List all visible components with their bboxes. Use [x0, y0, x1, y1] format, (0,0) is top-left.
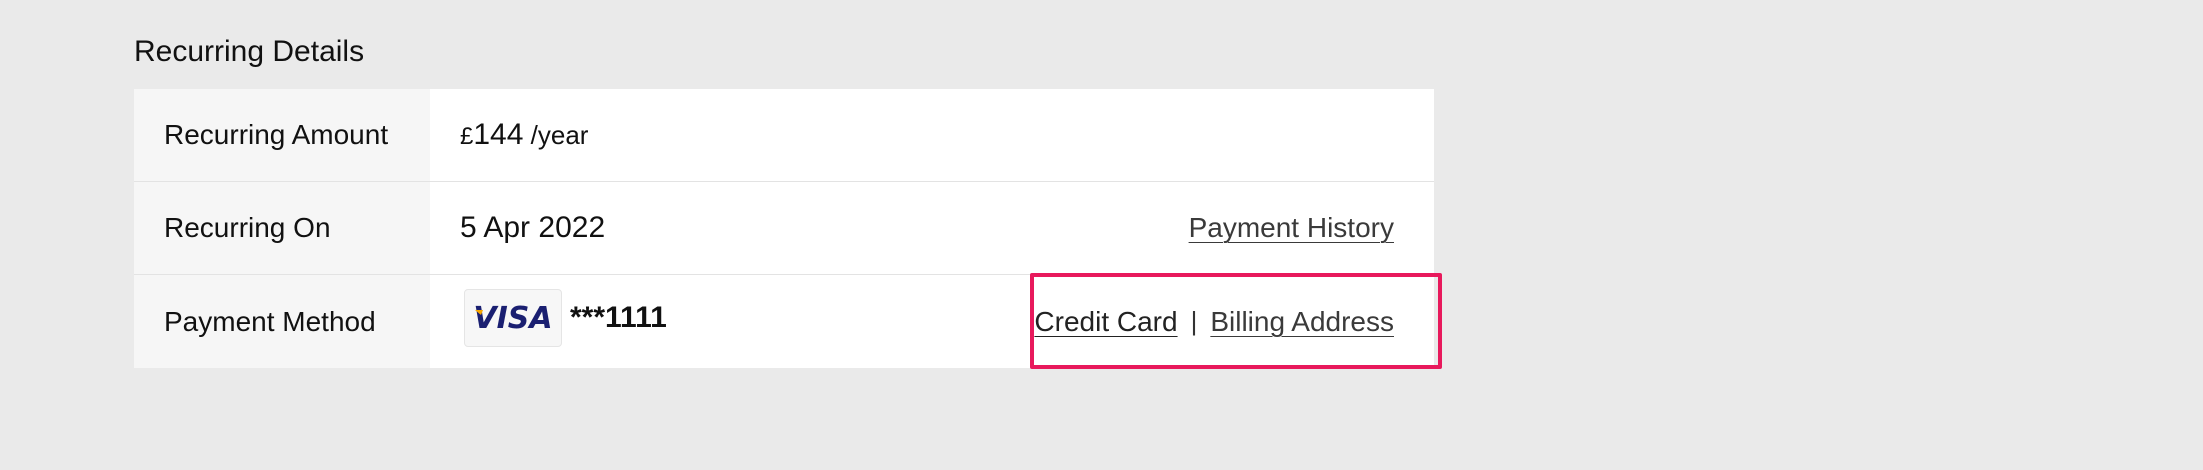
recurring-date: 5 Apr 2022 — [460, 211, 606, 244]
amount-period: /year — [523, 120, 589, 150]
visa-logo-text: VISA — [473, 301, 552, 335]
visa-card-icon: VISA — [464, 288, 562, 347]
amount-number: 144 — [473, 118, 524, 151]
card-number-masked: ***1111 — [570, 300, 667, 334]
currency-symbol: £ — [460, 123, 474, 150]
highlight-box — [1030, 273, 1442, 369]
section-title: Recurring Details — [134, 35, 365, 68]
recurring-on-label: Recurring On — [134, 182, 430, 274]
payment-method-label: Payment Method — [134, 275, 430, 368]
table-row-recurring-on: Recurring On 5 Apr 2022 Payment History — [134, 182, 1434, 275]
recurring-amount-value: £144 /year — [460, 118, 588, 152]
table-row-recurring-amount: Recurring Amount £144 /year — [134, 89, 1434, 182]
recurring-amount-label: Recurring Amount — [134, 89, 430, 181]
payment-history-link[interactable]: Payment History — [1189, 212, 1394, 244]
recurring-amount-value-cell: £144 /year — [430, 89, 1434, 181]
recurring-on-value-cell: 5 Apr 2022 Payment History — [430, 182, 1434, 274]
